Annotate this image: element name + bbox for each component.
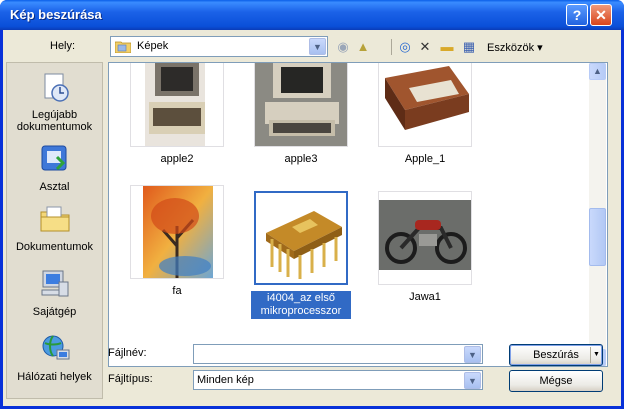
place-desktop[interactable]: Asztal <box>7 143 102 193</box>
file-name: fa <box>172 285 182 297</box>
desktop-icon <box>41 145 66 171</box>
file-list[interactable]: apple2 apple3 Apple_1 fa i4004_az első m… <box>108 62 608 367</box>
thumbnail-i4004 <box>254 191 348 285</box>
file-item[interactable]: Apple_1 <box>375 63 475 166</box>
views-icon[interactable]: ▦ <box>459 37 479 57</box>
chevron-down-icon[interactable]: ▼ <box>464 372 481 389</box>
toolbar-separator <box>391 39 392 55</box>
filetype-value: Minden kép <box>197 374 254 386</box>
tools-menu-label: Eszközök <box>487 42 535 54</box>
filename-label: Fájlnév: <box>108 347 147 359</box>
file-name: i4004_az első mikroprocesszor <box>251 291 351 319</box>
thumbnail-apple-1 <box>378 63 472 147</box>
file-item[interactable]: apple2 <box>127 63 227 166</box>
place-my-computer[interactable]: Sajátgép <box>7 268 102 318</box>
back-icon[interactable]: ◉ <box>333 37 353 57</box>
place-network[interactable]: Hálózati helyek <box>7 333 102 383</box>
places-bar: Legújabb dokumentumok Asztal Dokumentumo… <box>6 62 103 399</box>
thumbnail-apple2 <box>130 63 224 147</box>
network-places-icon <box>42 335 69 360</box>
lookin-value: Képek <box>137 40 169 52</box>
place-label: Sajátgép <box>32 306 77 318</box>
insert-picture-dialog: Kép beszúrása ? ✕ Hely: Képek ▼ ◉ ▲ ◎ ✕ … <box>0 0 624 409</box>
cancel-button[interactable]: Mégse <box>509 370 603 392</box>
filetype-select[interactable]: Minden kép ▼ <box>193 370 483 390</box>
file-item[interactable]: apple3 <box>251 63 351 166</box>
vertical-scrollbar[interactable]: ▲ ▼ <box>589 63 606 366</box>
title-bar[interactable]: Kép beszúrása ? ✕ <box>0 0 624 30</box>
file-item-selected[interactable]: i4004_az első mikroprocesszor <box>251 191 351 319</box>
my-computer-icon <box>41 270 68 297</box>
chevron-down-icon[interactable]: ▼ <box>309 38 326 55</box>
place-recent[interactable]: Legújabb dokumentumok <box>7 71 102 133</box>
thumbnail-fa <box>130 185 224 279</box>
insert-label: Beszúrás <box>533 349 579 361</box>
file-item[interactable]: Jawa1 <box>375 191 475 304</box>
file-name: Apple_1 <box>404 153 446 165</box>
place-documents[interactable]: Dokumentumok <box>7 203 102 253</box>
delete-icon[interactable]: ✕ <box>415 37 435 57</box>
search-web-icon[interactable]: ◎ <box>395 37 415 57</box>
filetype-label: Fájltípus: <box>108 373 153 385</box>
place-label: Legújabb dokumentumok <box>16 109 93 133</box>
place-label: Hálózati helyek <box>17 371 92 383</box>
thumbnail-jawa1 <box>378 191 472 285</box>
documents-icon <box>40 206 69 232</box>
tools-menu-button[interactable]: Eszközök ▾ <box>487 41 543 54</box>
insert-button[interactable]: Beszúrás ▼ <box>509 344 603 366</box>
filename-field[interactable]: ▼ <box>193 344 483 364</box>
thumbnail-apple3 <box>254 63 348 147</box>
file-name: Jawa1 <box>409 291 441 303</box>
place-label: Asztal <box>39 181 70 193</box>
insert-options-chevron-icon[interactable]: ▼ <box>590 347 602 363</box>
lookin-label: Hely: <box>50 40 76 52</box>
new-folder-icon[interactable]: ▬ <box>437 37 457 57</box>
file-name: apple2 <box>160 153 194 165</box>
chevron-down-icon[interactable]: ▼ <box>464 346 481 363</box>
place-label: Dokumentumok <box>15 241 94 253</box>
dialog-body: Hely: Képek ▼ ◉ ▲ ◎ ✕ ▬ ▦ Eszközök ▾ Leg… <box>3 30 621 406</box>
up-folder-icon[interactable]: ▲ <box>353 37 373 57</box>
dialog-title: Kép beszúrása <box>10 7 102 22</box>
folder-icon <box>115 41 131 53</box>
recent-documents-icon <box>44 73 69 102</box>
close-button[interactable]: ✕ <box>590 4 612 26</box>
scroll-up-icon[interactable]: ▲ <box>589 63 606 80</box>
cancel-label: Mégse <box>539 375 573 387</box>
help-button[interactable]: ? <box>566 4 588 26</box>
file-item[interactable]: fa <box>127 185 227 298</box>
scroll-thumb[interactable] <box>589 208 606 266</box>
file-name: apple3 <box>284 153 318 165</box>
lookin-combo[interactable]: Képek ▼ <box>110 36 328 57</box>
